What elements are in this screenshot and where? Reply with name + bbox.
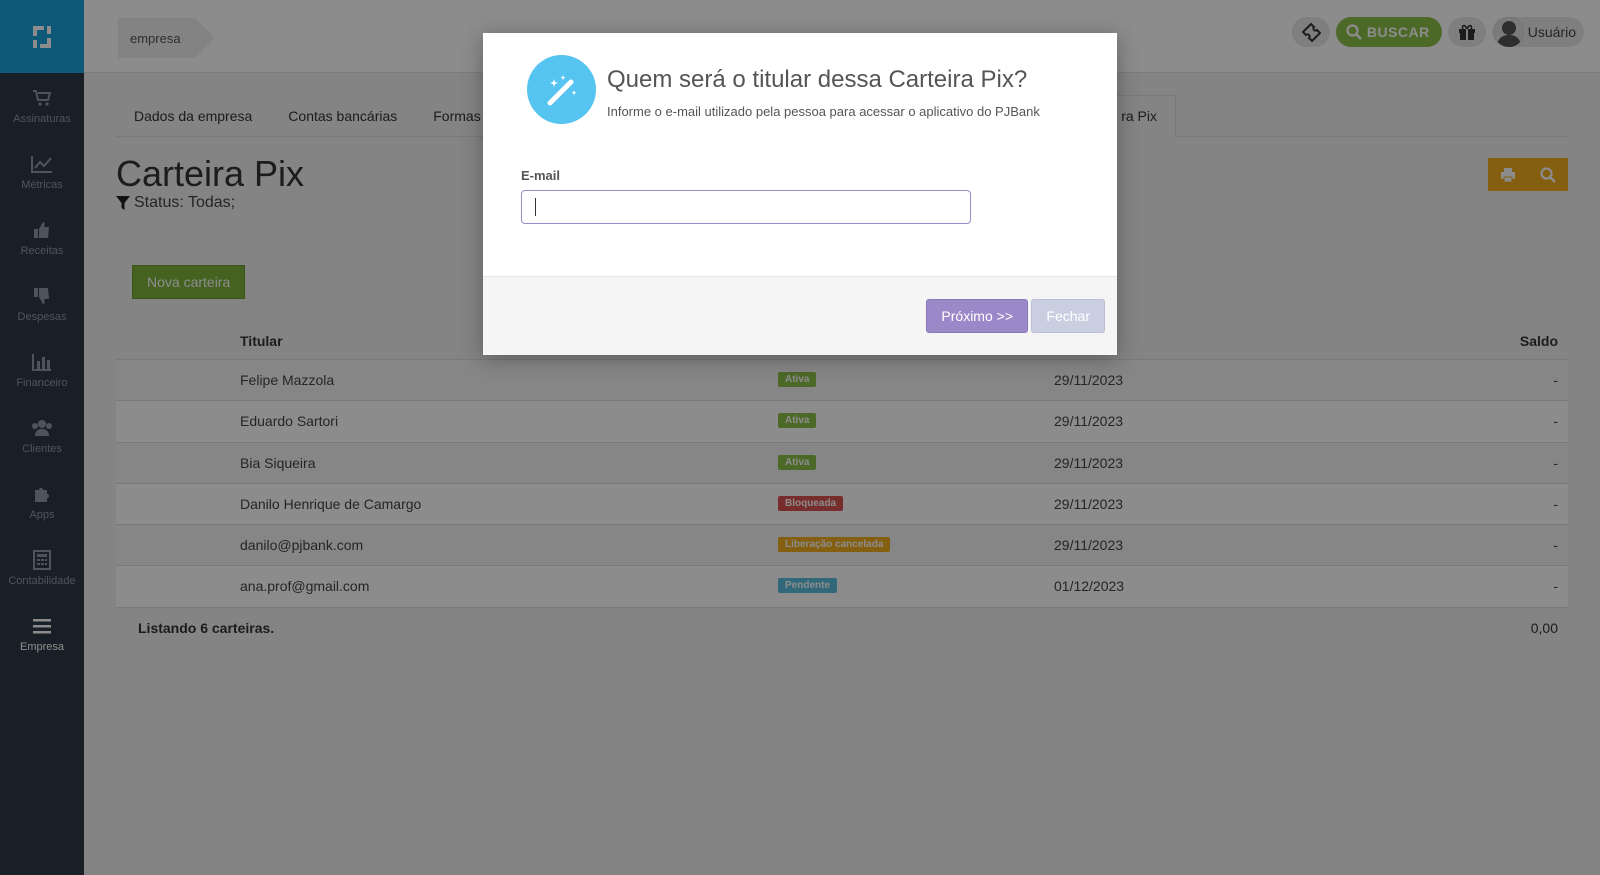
modal-footer: Próximo >> Fechar (483, 276, 1117, 355)
modal-title: Quem será o titular dessa Carteira Pix? (607, 66, 1028, 93)
magic-wand-icon (527, 55, 596, 124)
new-wallet-modal: Quem será o titular dessa Carteira Pix? … (483, 33, 1117, 355)
modal-subtitle: Informe o e-mail utilizado pela pessoa p… (607, 104, 1040, 119)
close-button[interactable]: Fechar (1031, 299, 1105, 333)
email-label: E-mail (521, 168, 561, 183)
text-cursor (535, 198, 536, 216)
next-button[interactable]: Próximo >> (926, 299, 1028, 333)
email-field[interactable] (521, 190, 971, 224)
